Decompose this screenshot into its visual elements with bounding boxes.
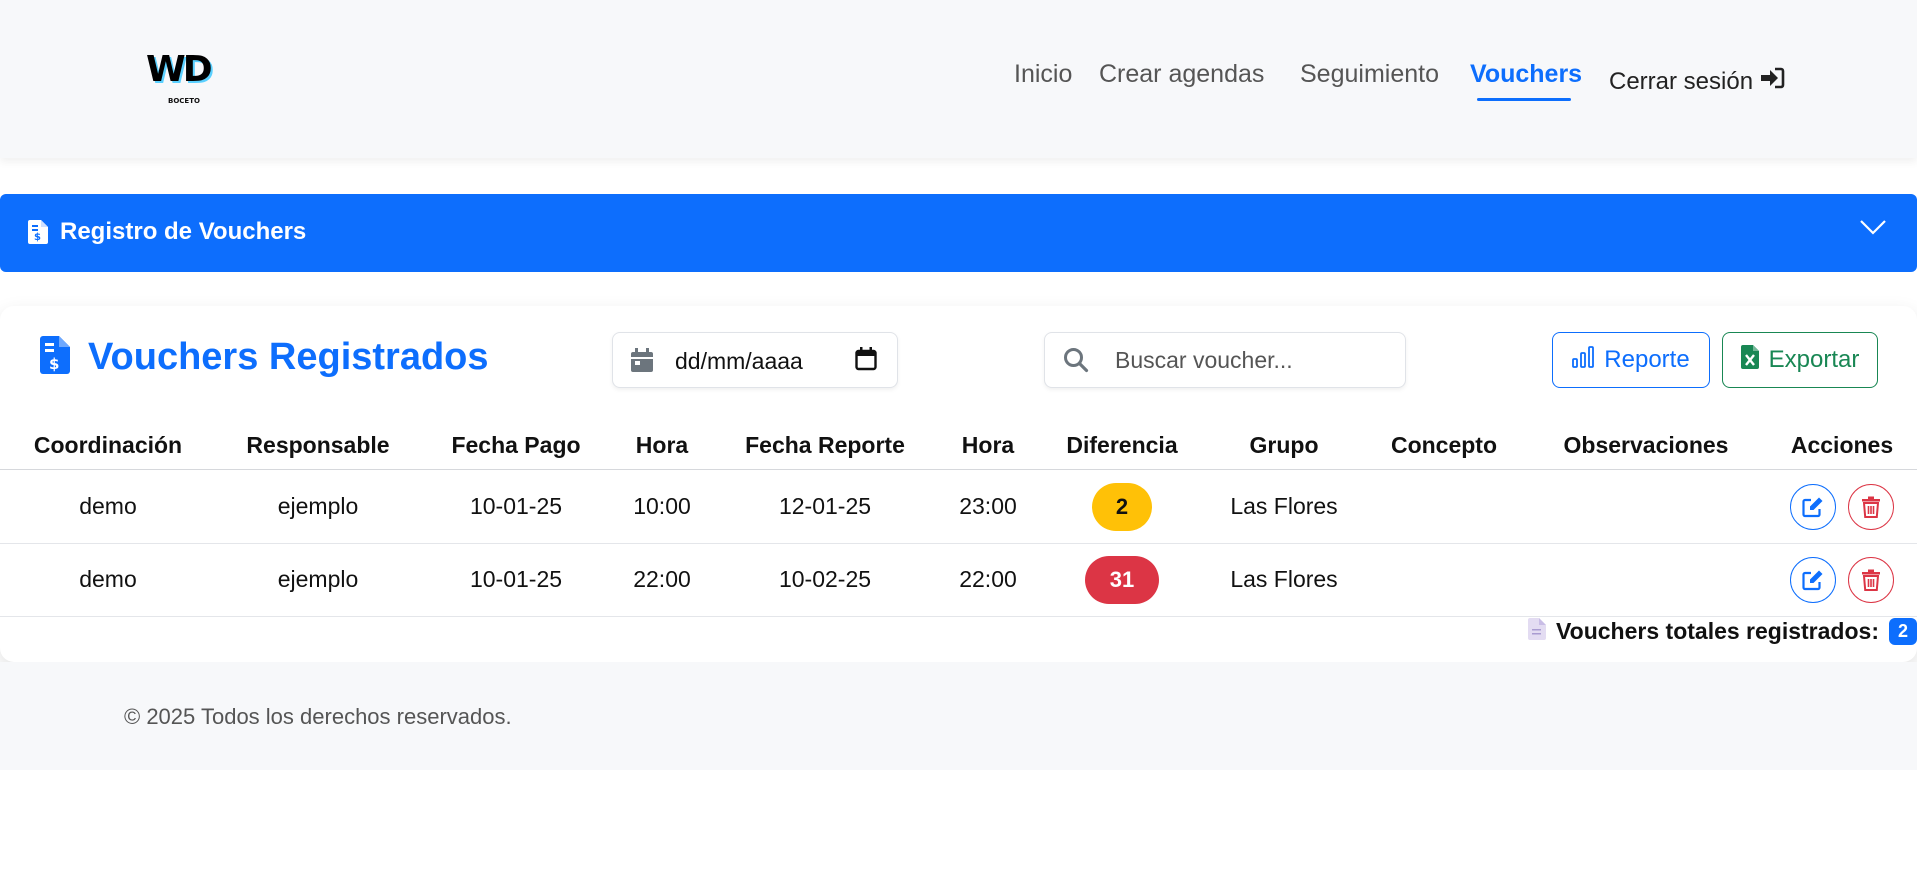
cell-fecha-reporte: 10-02-25 <box>778 566 872 592</box>
sign-out-icon <box>1759 66 1785 97</box>
table-row: demo ejemplo 10-01-25 10:00 12-01-25 23:… <box>0 471 1917 544</box>
report-label: Reporte <box>1604 346 1690 373</box>
column-header-acciones: Acciones <box>1790 432 1894 458</box>
edit-icon <box>1802 570 1823 591</box>
column-header-coordinacion[interactable]: Coordinación <box>34 432 182 459</box>
cell-hora-pago: 10:00 <box>633 493 691 519</box>
page-title: Vouchers Registrados <box>88 336 489 378</box>
file-invoice-dollar-icon: $ <box>28 220 48 249</box>
column-header-hora-reporte[interactable]: Hora <box>962 432 1014 459</box>
nav-item-inicio[interactable]: Inicio <box>1014 60 1072 89</box>
card-header: $ Vouchers Registrados <box>40 336 489 379</box>
cell-coordinacion: demo <box>79 493 137 519</box>
export-button[interactable]: Exportar <box>1722 332 1878 388</box>
footer: © 2025 Todos los derechos reservados. <box>0 662 1917 770</box>
logout-label: Cerrar sesión <box>1609 67 1754 95</box>
cell-fecha-pago: 10-01-25 <box>469 493 563 519</box>
chevron-down-icon[interactable] <box>1859 218 1887 241</box>
cell-grupo: Las Flores <box>1230 493 1338 519</box>
trash-icon <box>1862 569 1880 591</box>
nav-item-seguimiento[interactable]: Seguimiento <box>1300 60 1439 89</box>
edit-button[interactable] <box>1790 557 1836 603</box>
total-vouchers: Vouchers totales registrados: 2 <box>1528 618 1917 645</box>
table-row: demo ejemplo 10-01-25 22:00 10-02-25 22:… <box>0 544 1917 617</box>
total-count-badge: 2 <box>1888 618 1917 645</box>
top-navbar: WD BOCETO Inicio Crear agendas Seguimien… <box>0 0 1917 158</box>
search-icon <box>1063 347 1089 378</box>
column-header-responsable[interactable]: Responsable <box>246 432 389 459</box>
cell-fecha-reporte: 12-01-25 <box>778 493 872 519</box>
cell-responsable: ejemplo <box>277 566 359 592</box>
trash-icon <box>1862 496 1880 518</box>
column-header-fecha-pago[interactable]: Fecha Pago <box>451 432 580 459</box>
table-header: Coordinación Responsable Fecha Pago Hora… <box>0 426 1917 470</box>
date-input-value: dd/mm/aaaa <box>675 348 803 374</box>
file-excel-icon <box>1740 344 1759 376</box>
svg-text:$: $ <box>49 355 59 373</box>
cell-hora-pago: 22:00 <box>633 566 691 592</box>
vouchers-card: $ Vouchers Registrados dd/mm/aaaa Report… <box>0 306 1917 662</box>
report-button[interactable]: Reporte <box>1552 332 1710 388</box>
cell-hora-reporte: 22:00 <box>959 566 1017 592</box>
svg-text:$: $ <box>34 232 41 243</box>
column-header-grupo[interactable]: Grupo <box>1250 432 1319 459</box>
edit-icon <box>1802 497 1823 518</box>
difference-badge: 2 <box>1092 483 1152 531</box>
date-filter-input[interactable]: dd/mm/aaaa <box>612 332 898 388</box>
logo-subtitle: BOCETO <box>168 97 200 105</box>
column-header-fecha-reporte[interactable]: Fecha Reporte <box>745 432 905 459</box>
copyright-text: © 2025 Todos los derechos reservados. <box>124 704 512 729</box>
column-header-concepto[interactable]: Concepto <box>1391 432 1497 459</box>
cell-responsable: ejemplo <box>277 493 359 519</box>
vouchers-register-collapse[interactable]: $ Registro de Vouchers <box>0 194 1917 272</box>
search-input[interactable] <box>1115 343 1385 377</box>
delete-button[interactable] <box>1848 484 1894 530</box>
search-field <box>1044 332 1406 388</box>
cell-coordinacion: demo <box>79 566 137 592</box>
collapse-title: Registro de Vouchers <box>60 218 307 245</box>
chart-bar-icon <box>1572 345 1595 375</box>
file-icon <box>1528 618 1547 645</box>
cell-hora-reporte: 23:00 <box>959 493 1017 519</box>
delete-button[interactable] <box>1848 557 1894 603</box>
column-header-hora-pago[interactable]: Hora <box>636 432 688 459</box>
brand-logo[interactable]: WD BOCETO <box>146 50 226 110</box>
cell-grupo: Las Flores <box>1230 566 1338 592</box>
difference-badge: 31 <box>1085 556 1159 604</box>
logo-mark: WD <box>146 49 213 90</box>
column-header-observaciones[interactable]: Observaciones <box>1564 432 1729 459</box>
calendar-picker-icon[interactable] <box>855 347 877 376</box>
logout-button[interactable]: Cerrar sesión <box>1609 66 1785 97</box>
nav-item-crear-agendas[interactable]: Crear agendas <box>1099 60 1264 89</box>
calendar-icon <box>631 348 653 377</box>
column-header-diferencia[interactable]: Diferencia <box>1066 432 1177 459</box>
total-label: Vouchers totales registrados: <box>1556 618 1879 644</box>
active-nav-underline <box>1477 98 1571 101</box>
nav-item-vouchers[interactable]: Vouchers <box>1470 60 1582 89</box>
export-label: Exportar <box>1768 346 1860 373</box>
cell-fecha-pago: 10-01-25 <box>469 566 563 592</box>
edit-button[interactable] <box>1790 484 1836 530</box>
file-invoice-dollar-icon: $ <box>40 336 70 379</box>
